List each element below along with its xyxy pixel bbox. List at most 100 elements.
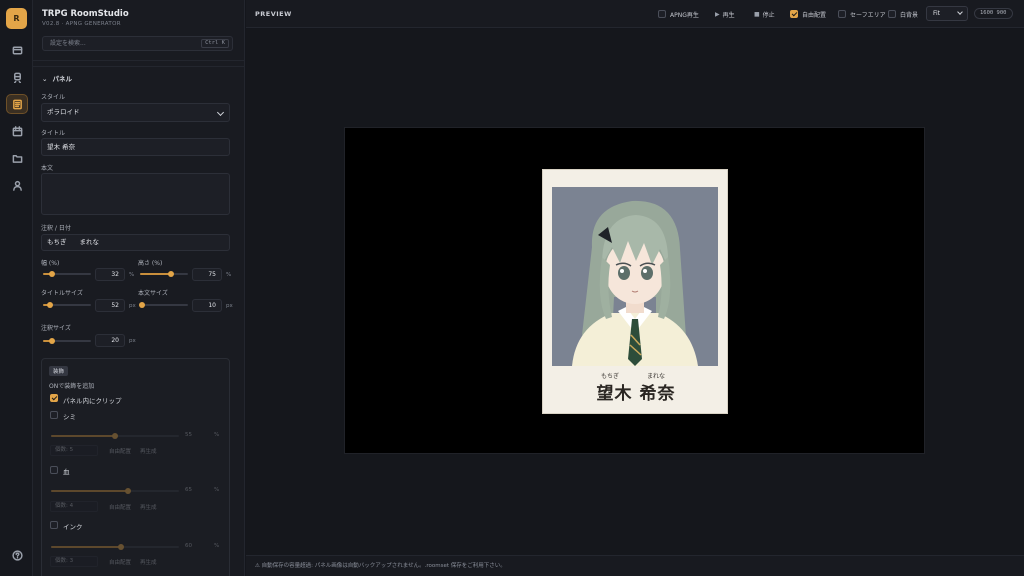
ink-slider[interactable] [51,544,179,550]
polaroid-panel[interactable]: もちぎ まれな 望木 希奈 [542,169,728,414]
note-label: 注釈 / 日付 [41,225,71,232]
unit: px [129,303,136,309]
title-size-label: タイトルサイズ [41,290,83,297]
help-icon [11,549,23,561]
slider-knob[interactable] [124,488,131,494]
slider-knob[interactable] [48,271,55,277]
title-input[interactable]: 望木 希奈 [41,138,230,156]
white-bg-checkbox[interactable] [888,10,896,18]
width-number-input[interactable]: 32 [95,268,125,281]
height-slider[interactable] [140,271,188,277]
stop-button[interactable]: ■ 停止 [754,9,775,19]
zoom-fit-select[interactable]: Fit [926,6,968,21]
blood-count-input[interactable]: 個数: 4 [50,501,98,512]
title-size-slider[interactable] [43,302,91,308]
app-logo[interactable]: R [6,8,27,29]
chevron-down-icon [957,9,963,15]
free-layout-toggle[interactable]: 自由配置 [790,9,826,19]
rail-train-button[interactable] [6,67,28,87]
blood-free-layout[interactable]: 自由配置 [109,503,131,511]
stain-slider[interactable] [51,433,179,439]
white-bg-label: 白背景 [900,11,919,19]
stain-free-layout[interactable]: 自由配置 [109,447,131,455]
divider [33,60,244,61]
height-number-input[interactable]: 75 [192,268,222,281]
unit: px [129,338,136,344]
apng-play-label: APNG再生 [670,11,699,19]
stop-label: 停止 [762,11,775,19]
free-layout-label: 自由配置 [802,11,827,19]
ink-label: インク [63,523,83,531]
safe-area-checkbox[interactable] [838,10,846,18]
clip-label: パネル内にクリップ [63,397,122,405]
user-icon [12,180,22,191]
panel-section-header[interactable]: ⌄ パネル [42,73,72,83]
stain-regenerate-button[interactable]: 再生成 [140,447,157,455]
status-bar: ⚠ 自動保存の容量超過: パネル画像は自動バックアップされません。.roomse… [246,555,1024,576]
portrait-illustration [552,187,718,366]
blood-value: 65 [185,487,192,493]
free-layout-checkbox[interactable] [790,10,798,18]
note-size-slider[interactable] [43,338,91,344]
body-size-slider[interactable] [139,302,188,308]
app-title: TRPG RoomStudio [42,9,129,19]
body-size-number-input[interactable]: 10 [192,299,222,312]
settings-search-input[interactable]: 設定を検索... Ctrl K [42,36,233,51]
body-label: 本文 [41,165,54,172]
divider [33,66,244,67]
ink-checkbox[interactable] [50,521,58,529]
stain-checkbox[interactable] [50,411,58,419]
clip-checkbox[interactable] [50,394,58,402]
rail-help-button[interactable] [6,545,28,565]
decoration-hint: ONで装飾を追加 [49,383,95,390]
panel-section-title: パネル [52,75,72,83]
rail-user-button[interactable] [6,175,28,195]
note-size-number-input[interactable]: 20 [95,334,125,347]
rail-card-button[interactable] [6,40,28,60]
resolution-badge: 1600 900 [974,8,1013,19]
icon-rail: R [0,0,33,576]
blood-checkbox[interactable] [50,466,58,474]
white-bg-toggle[interactable]: 白背景 [888,9,918,19]
style-select-value: ポラロイド [47,108,80,116]
blood-regenerate-button[interactable]: 再生成 [140,503,157,511]
note-input[interactable]: もちぎ まれな [41,234,230,251]
body-textarea[interactable] [41,173,230,215]
slider-knob[interactable] [118,544,125,550]
preview-stage: もちぎ まれな 望木 希奈 [246,29,1024,555]
blood-slider[interactable] [51,488,179,494]
card-icon [12,46,22,54]
play-icon: ▶ [715,10,720,18]
title-size-number-input[interactable]: 52 [95,299,125,312]
body-size-label: 本文サイズ [138,290,168,297]
ink-regenerate-button[interactable]: 再生成 [140,558,157,566]
slider-knob[interactable] [168,271,175,277]
preview-canvas[interactable]: もちぎ まれな 望木 希奈 [344,127,925,454]
play-button[interactable]: ▶ 再生 [715,9,735,19]
slider-knob[interactable] [112,433,118,439]
slider-knob[interactable] [48,338,55,344]
apng-play-toggle[interactable]: APNG再生 [658,9,699,19]
search-shortcut: Ctrl K [201,39,229,48]
apng-play-checkbox[interactable] [658,10,666,18]
unit: % [214,487,220,493]
character-name: 望木 希奈 [596,384,676,404]
rail-calendar-button[interactable] [6,121,28,141]
chevron-down-icon: ⌄ [42,75,48,83]
preview-label: PREVIEW [255,10,292,18]
note-size-label: 注釈サイズ [41,325,71,332]
style-select[interactable]: ポラロイド [41,103,230,122]
rail-folder-button[interactable] [6,148,28,168]
slider-knob[interactable] [47,302,54,308]
slider-knob[interactable] [139,302,146,308]
ink-count-input[interactable]: 個数: 3 [50,556,98,567]
decoration-card: 装飾 ONで装飾を追加 パネル内にクリップ シミ 55 % 個数: 5 自由配置… [41,358,230,576]
ink-free-layout[interactable]: 自由配置 [109,558,131,566]
rail-panel-button[interactable] [6,94,28,114]
train-icon [13,72,21,83]
safe-area-toggle[interactable]: セーフエリア [838,9,886,19]
width-slider[interactable] [43,271,91,277]
stain-count-input[interactable]: 個数: 5 [50,445,98,456]
stain-label: シミ [63,413,76,421]
unit: px [226,303,233,309]
